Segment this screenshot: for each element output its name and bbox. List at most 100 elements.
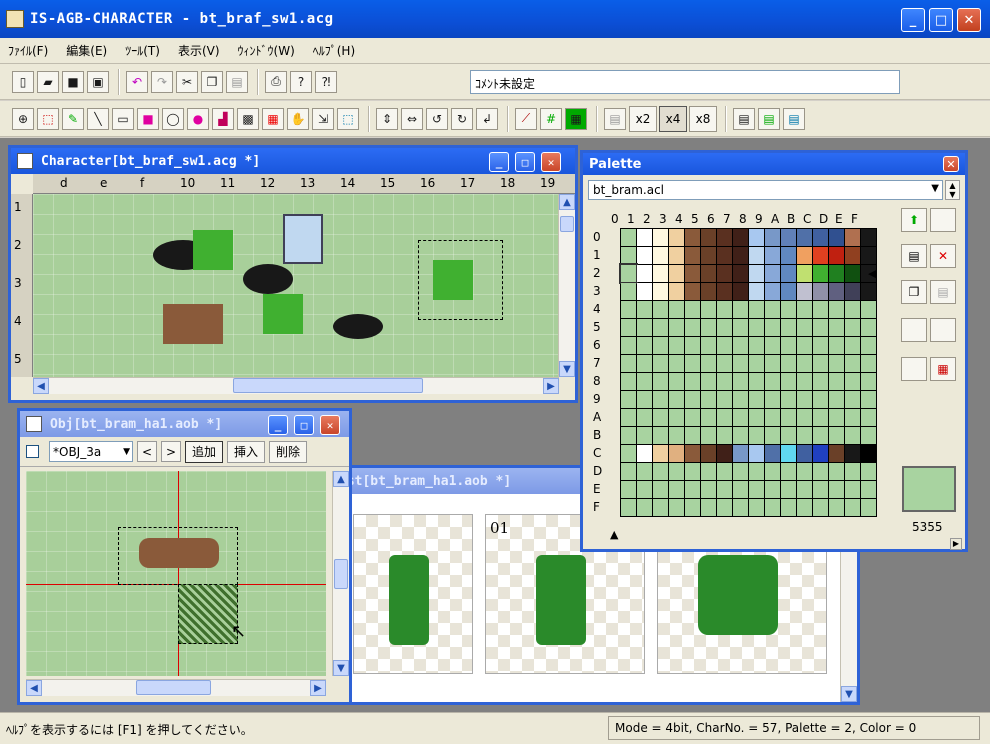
pattern-tool-icon[interactable]: ▦ [262, 107, 284, 130]
palette-color-cell[interactable] [845, 247, 860, 264]
palette-new-icon[interactable]: ▤ [901, 244, 927, 268]
palette-color-cell[interactable] [701, 391, 716, 408]
grid-toggle-icon[interactable]: # [540, 107, 562, 130]
palette-color-cell[interactable] [701, 229, 716, 246]
cut-icon[interactable]: ✂ [176, 70, 198, 93]
palette-color-cell[interactable] [749, 373, 764, 390]
scroll-left-icon[interactable]: ◀ [33, 378, 49, 394]
zoom-tool-icon[interactable]: ⊕ [12, 107, 34, 130]
palette-color-cell[interactable] [685, 337, 700, 354]
palette-color-cell[interactable] [781, 499, 796, 516]
palette-color-cell[interactable] [685, 265, 700, 282]
palette-color-cell[interactable] [797, 229, 812, 246]
palette-color-cell[interactable] [733, 337, 748, 354]
palette-color-cell[interactable] [845, 319, 860, 336]
palette-blank-button[interactable] [901, 357, 927, 381]
palette-color-cell[interactable] [685, 247, 700, 264]
palette-color-cell[interactable] [621, 319, 636, 336]
about-icon[interactable]: ? [290, 70, 312, 93]
add-button[interactable]: 追加 [185, 440, 223, 463]
obj-hscroll[interactable]: ◀ ▶ [26, 679, 326, 696]
palette-color-cell[interactable] [749, 427, 764, 444]
scroll-right-icon[interactable]: ▶ [310, 680, 326, 696]
palette-color-cell[interactable] [845, 499, 860, 516]
circle-tool-icon[interactable]: ◯ [162, 107, 184, 130]
palette-color-cell[interactable] [685, 373, 700, 390]
redo-icon[interactable]: ↷ [151, 70, 173, 93]
palette-color-cell[interactable] [685, 391, 700, 408]
palette-color-cell[interactable] [829, 391, 844, 408]
rect-tool-icon[interactable]: ▭ [112, 107, 134, 130]
obj-selection[interactable] [118, 527, 238, 585]
palette-color-cell[interactable] [637, 283, 652, 300]
zoom-x8-button[interactable]: x8 [689, 105, 717, 132]
palette-color-cell[interactable] [861, 283, 876, 300]
frame-thumbnail[interactable] [353, 514, 473, 674]
palette-color-cell[interactable] [813, 499, 828, 516]
palette-color-cell[interactable] [749, 337, 764, 354]
palette-color-cell[interactable] [637, 481, 652, 498]
palette-color-cell[interactable] [765, 265, 780, 282]
palette-color-cell[interactable] [685, 409, 700, 426]
palette-color-cell[interactable] [637, 337, 652, 354]
palette-paste-icon[interactable]: ▤ [930, 280, 956, 304]
palette-color-cell[interactable] [845, 445, 860, 462]
palette-color-cell[interactable] [669, 301, 684, 318]
stamp-tool-icon[interactable]: ▩ [237, 107, 259, 130]
palette-color-cell[interactable] [781, 481, 796, 498]
palette-color-cell[interactable] [765, 463, 780, 480]
palette-colors-icon[interactable]: ▦ [930, 357, 956, 381]
palette-color-cell[interactable] [717, 265, 732, 282]
menu-file[interactable]: ﾌｧｲﾙ(F) [8, 42, 48, 59]
palette-color-cell[interactable] [781, 445, 796, 462]
palette-color-cell[interactable] [749, 391, 764, 408]
delete-button[interactable]: 削除 [269, 440, 307, 463]
flip-horizontal-icon[interactable]: ⇔ [401, 107, 423, 130]
palette-color-cell[interactable] [637, 499, 652, 516]
palette-color-cell[interactable] [845, 265, 860, 282]
palette-color-cell[interactable] [781, 463, 796, 480]
palette-color-cell[interactable] [637, 463, 652, 480]
save-icon[interactable]: ■ [62, 70, 84, 93]
flip-vertical-icon[interactable]: ⇕ [376, 107, 398, 130]
move-tool-icon[interactable]: ⇲ [312, 107, 334, 130]
palette-color-cell[interactable] [637, 265, 652, 282]
obj-checkbox[interactable] [26, 445, 39, 458]
palette-spinner[interactable]: ▲ ▼ [945, 180, 960, 200]
palette-color-cell[interactable] [861, 337, 876, 354]
palette-color-cell[interactable] [781, 301, 796, 318]
palette-color-cell[interactable] [701, 283, 716, 300]
palette-color-cell[interactable] [621, 337, 636, 354]
palette-color-cell[interactable] [765, 337, 780, 354]
scroll-thumb[interactable] [334, 559, 348, 589]
palette-color-cell[interactable] [701, 265, 716, 282]
import-icon[interactable]: ▤ [604, 107, 626, 130]
shift-icon[interactable]: ↲ [476, 107, 498, 130]
palette-color-cell[interactable] [845, 337, 860, 354]
palette-color-cell[interactable] [685, 355, 700, 372]
palette-color-cell[interactable] [781, 355, 796, 372]
palette-color-cell[interactable] [619, 263, 638, 284]
palette-color-cell[interactable] [829, 409, 844, 426]
scroll-right-icon[interactable]: ▶ [543, 378, 559, 394]
fill-circle-tool-icon[interactable]: ● [187, 107, 209, 130]
palette-color-cell[interactable] [765, 391, 780, 408]
palette-color-cell[interactable] [781, 409, 796, 426]
palette-color-cell[interactable] [829, 337, 844, 354]
palette-color-cell[interactable] [733, 283, 748, 300]
palette-color-cell[interactable] [749, 229, 764, 246]
palette-color-cell[interactable] [813, 391, 828, 408]
context-help-icon[interactable]: ⁈ [315, 70, 337, 93]
palette-color-cell[interactable] [781, 319, 796, 336]
palette-color-cell[interactable] [653, 427, 668, 444]
scroll-down-icon[interactable]: ▼ [559, 361, 575, 377]
palette-color-cell[interactable] [845, 427, 860, 444]
palette-color-cell[interactable] [829, 445, 844, 462]
palette-color-cell[interactable] [701, 445, 716, 462]
palette-color-cell[interactable] [797, 373, 812, 390]
palette-color-cell[interactable] [669, 499, 684, 516]
obj-window-titlebar[interactable]: Obj[bt_bram_ha1.aob *] _ □ ✕ [20, 411, 349, 437]
palette-color-cell[interactable] [797, 283, 812, 300]
palette-color-cell[interactable] [653, 229, 668, 246]
palette-color-cell[interactable] [733, 481, 748, 498]
